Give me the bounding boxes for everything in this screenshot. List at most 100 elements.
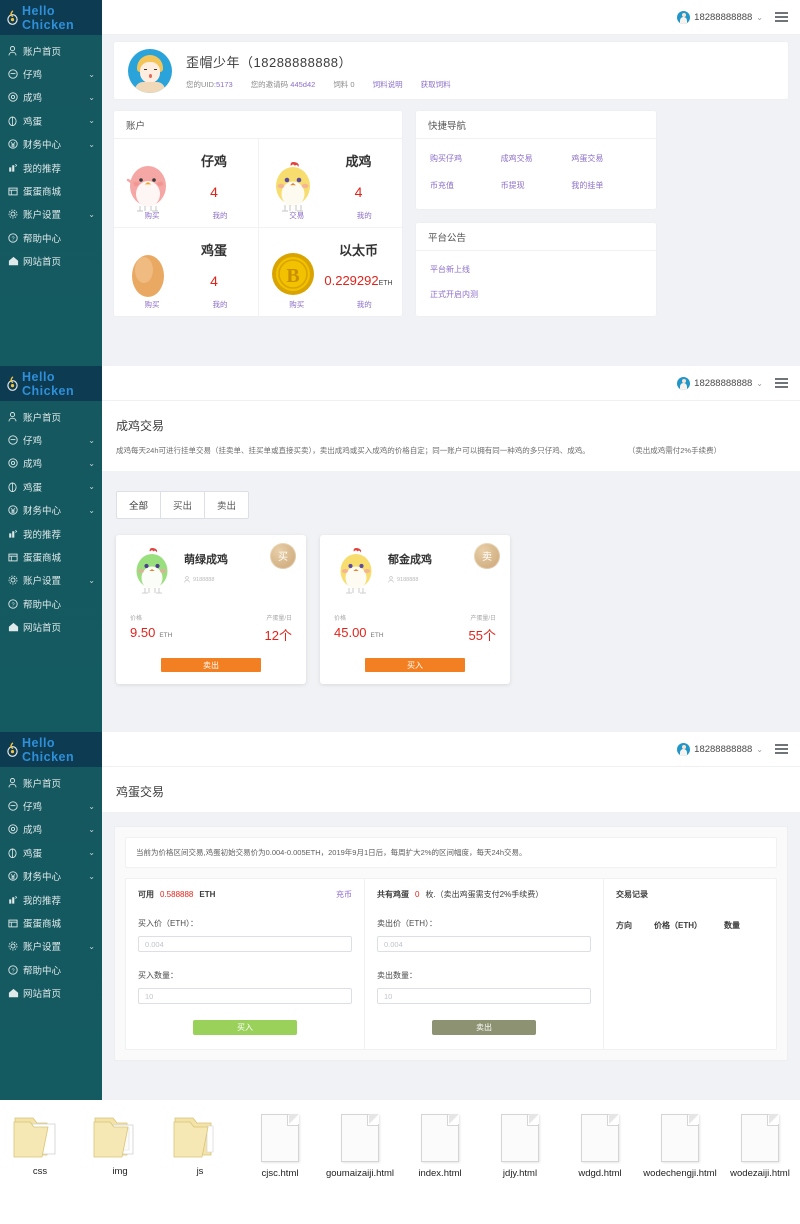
sidebar-item-my-referral[interactable]: 我的推荐 bbox=[0, 888, 102, 911]
brand-logo[interactable]: Hello Chicken bbox=[0, 0, 102, 35]
sell-price-input[interactable] bbox=[377, 936, 591, 952]
sidebar-item-site-home[interactable]: 网站首页 bbox=[0, 616, 102, 639]
file-label: cjsc.html bbox=[261, 1168, 299, 1179]
sidebar-item-help-center[interactable]: ? 帮助中心 bbox=[0, 592, 102, 615]
price-label: 价格 bbox=[334, 615, 347, 622]
asset-link-mine[interactable]: 我的 bbox=[357, 299, 372, 310]
trade-card[interactable]: 买 萌绿成鸡 9188888 价格 9.50 ETH 产蛋量/日 12个 卖出 bbox=[116, 534, 306, 684]
sidebar-item-account-settings[interactable]: 账户设置 ⌄ bbox=[0, 569, 102, 592]
sidebar-item-jidan[interactable]: 鸡蛋 ⌄ bbox=[0, 841, 102, 864]
sidebar-item-label: 网站首页 bbox=[23, 257, 62, 269]
chevron-down-icon: ⌄ bbox=[88, 69, 95, 79]
asset-link-trade[interactable]: 交易 bbox=[289, 210, 304, 221]
quick-nav-my-orders[interactable]: 我的挂单 bbox=[571, 180, 642, 191]
user-chip[interactable]: 18288888888 ⌄ bbox=[677, 742, 763, 756]
asset-link-buy[interactable]: 购买 bbox=[289, 299, 304, 310]
file-item-wdgd[interactable]: wdgd.html bbox=[560, 1114, 640, 1180]
quick-nav-deposit[interactable]: 币充值 bbox=[430, 180, 501, 191]
asset-value: 0.229292ETH bbox=[324, 273, 393, 288]
sidebar-item-chengji[interactable]: 成鸡 ⌄ bbox=[0, 818, 102, 841]
hamburger-icon[interactable] bbox=[775, 744, 788, 754]
sidebar-item-account-home[interactable]: 账户首页 bbox=[0, 771, 102, 794]
sidebar-item-zaiji[interactable]: 仔鸡 ⌄ bbox=[0, 794, 102, 817]
sidebar-item-account-home[interactable]: 账户首页 bbox=[0, 405, 102, 428]
sidebar-item-my-referral[interactable]: 我的推荐 bbox=[0, 522, 102, 545]
sidebar-item-finance[interactable]: 财务中心 ⌄ bbox=[0, 133, 102, 156]
hamburger-icon[interactable] bbox=[775, 378, 788, 388]
quick-nav-hen-trade[interactable]: 成鸡交易 bbox=[501, 153, 572, 164]
user-icon bbox=[388, 575, 394, 585]
sell-qty-input[interactable] bbox=[377, 988, 591, 1004]
sidebar-item-chengji[interactable]: 成鸡 ⌄ bbox=[0, 452, 102, 475]
asset-link-buy[interactable]: 购买 bbox=[145, 299, 160, 310]
sidebar-item-jidan[interactable]: 鸡蛋 ⌄ bbox=[0, 475, 102, 498]
sidebar-item-zaiji[interactable]: 仔鸡 ⌄ bbox=[0, 428, 102, 451]
sidebar-item-jidan[interactable]: 鸡蛋 ⌄ bbox=[0, 109, 102, 132]
sidebar-item-site-home[interactable]: 网站首页 bbox=[0, 250, 102, 273]
sidebar-item-shop[interactable]: 蛋蛋商城 bbox=[0, 179, 102, 202]
get-feed-link[interactable]: 获取饲料 bbox=[421, 79, 451, 90]
topbar-2: 18288888888 ⌄ bbox=[102, 366, 800, 401]
sidebar-item-my-referral[interactable]: 我的推荐 bbox=[0, 156, 102, 179]
tab-all[interactable]: 全部 bbox=[117, 491, 162, 518]
notice-item[interactable]: 平台新上线 bbox=[430, 264, 642, 275]
sidebar-item-account-settings[interactable]: 账户设置 ⌄ bbox=[0, 935, 102, 958]
sidebar-item-label: 帮助中心 bbox=[23, 233, 62, 245]
recharge-link[interactable]: 充币 bbox=[336, 889, 352, 900]
topbar-username: 18288888888 bbox=[694, 11, 753, 23]
buy-qty-input[interactable] bbox=[138, 988, 352, 1004]
profile-avatar bbox=[128, 48, 172, 93]
brand-logo[interactable]: Hello Chicken bbox=[0, 732, 102, 767]
sidebar-item-finance[interactable]: 财务中心 ⌄ bbox=[0, 499, 102, 522]
desc-fee: （卖出成鸡需付2%手续费） bbox=[627, 446, 722, 455]
asset-link-mine[interactable]: 我的 bbox=[213, 210, 228, 221]
asset-link-buy[interactable]: 购买 bbox=[145, 210, 160, 221]
buy-price-input[interactable] bbox=[138, 936, 352, 952]
sidebar-item-shop[interactable]: 蛋蛋商城 bbox=[0, 911, 102, 934]
sidebar-item-finance[interactable]: 财务中心 ⌄ bbox=[0, 865, 102, 888]
file-item-index[interactable]: index.html bbox=[400, 1114, 480, 1180]
help-icon: ? bbox=[8, 965, 21, 975]
quick-nav-withdraw[interactable]: 币提现 bbox=[501, 180, 572, 191]
file-item-jdjy[interactable]: jdjy.html bbox=[480, 1114, 560, 1180]
sidebar-item-chengji[interactable]: 成鸡 ⌄ bbox=[0, 86, 102, 109]
feed-description-link[interactable]: 饲料说明 bbox=[373, 79, 403, 90]
trade-card-action-button[interactable]: 买入 bbox=[365, 657, 465, 672]
quick-nav-buy-chick[interactable]: 购买仔鸡 bbox=[430, 153, 501, 164]
file-item-cjsc[interactable]: cjsc.html bbox=[240, 1114, 320, 1180]
file-item-js[interactable]: js bbox=[160, 1114, 240, 1178]
sell-button[interactable]: 卖出 bbox=[432, 1020, 536, 1035]
sidebar-item-shop[interactable]: 蛋蛋商城 bbox=[0, 545, 102, 568]
user-chip[interactable]: 18288888888 ⌄ bbox=[677, 10, 763, 24]
sidebar-item-zaiji[interactable]: 仔鸡 ⌄ bbox=[0, 62, 102, 85]
tab-buy[interactable]: 买出 bbox=[161, 491, 206, 518]
brand-logo[interactable]: Hello Chicken bbox=[0, 366, 102, 401]
file-item-wodezaiji[interactable]: wodezaiji.html bbox=[720, 1114, 800, 1180]
sidebar-item-label: 我的推荐 bbox=[23, 163, 62, 175]
buy-button[interactable]: 买入 bbox=[193, 1020, 297, 1035]
trade-card-action-button[interactable]: 卖出 bbox=[161, 657, 261, 672]
sidebar-item-help-center[interactable]: ? 帮助中心 bbox=[0, 958, 102, 981]
sidebar-item-help-center[interactable]: ? 帮助中心 bbox=[0, 226, 102, 249]
price-unit: ETH bbox=[370, 631, 384, 639]
user-chip[interactable]: 18288888888 ⌄ bbox=[677, 376, 763, 390]
file-item-wodechengji[interactable]: wodechengji.html bbox=[640, 1114, 720, 1180]
quick-nav-egg-trade[interactable]: 鸡蛋交易 bbox=[571, 153, 642, 164]
asset-value: 4 bbox=[354, 184, 363, 200]
asset-link-mine[interactable]: 我的 bbox=[213, 299, 228, 310]
trade-card[interactable]: 卖 郁金成鸡 9188888 价格 45.00 ETH 产蛋量/日 55个 买入 bbox=[320, 534, 510, 684]
file-item-goumaizaiji[interactable]: goumaizaiji.html bbox=[320, 1114, 400, 1180]
dashboard-cards: 账户 仔鸡 4 购买 我的 成鸡 4 交易 我的 鸡蛋 4 购买 我的 B 以太… bbox=[114, 111, 788, 316]
file-item-img[interactable]: img bbox=[80, 1114, 160, 1178]
hamburger-icon[interactable] bbox=[775, 12, 788, 22]
asset-link-mine[interactable]: 我的 bbox=[357, 210, 372, 221]
sidebar-item-account-home[interactable]: 账户首页 bbox=[0, 39, 102, 62]
notice-item[interactable]: 正式开启内测 bbox=[430, 289, 642, 300]
sidebar-item-site-home[interactable]: 网站首页 bbox=[0, 982, 102, 1005]
sidebar-item-account-settings[interactable]: 账户设置 ⌄ bbox=[0, 203, 102, 226]
file-item-css[interactable]: css bbox=[0, 1114, 80, 1178]
price-value: 45.00 ETH bbox=[334, 624, 384, 640]
gear-icon bbox=[8, 209, 21, 219]
tab-sell[interactable]: 卖出 bbox=[205, 492, 248, 518]
egg-icon bbox=[8, 115, 21, 127]
